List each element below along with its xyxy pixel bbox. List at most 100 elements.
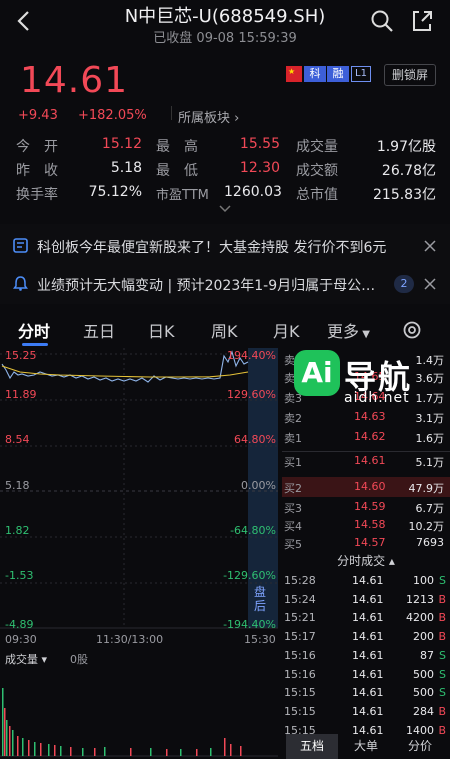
bid-row: 买5 14.57 7693 bbox=[284, 536, 444, 551]
trade-side: S bbox=[439, 686, 446, 700]
stat-pe: 1260.03 bbox=[224, 184, 282, 200]
stat-label: 昨 收 bbox=[16, 163, 58, 179]
axis-tick: -129.60% bbox=[223, 569, 276, 582]
quote-panel: 14.61 +9.43 +182.05% 所属板块 › ★ 科 融 L1 删锁屏… bbox=[0, 56, 450, 220]
time-axis-label: 09:30 bbox=[5, 633, 37, 646]
trade-row: 15:28 14.61 100 S bbox=[282, 571, 450, 591]
trade-price: 14.61 bbox=[352, 574, 384, 587]
trade-side: B bbox=[438, 611, 446, 625]
trade-volume: 4200 bbox=[406, 611, 434, 625]
intraday-chart[interactable]: 15.25 11.89 8.54 5.18 1.82 -1.53 -4.89 1… bbox=[0, 348, 278, 648]
trade-price: 14.61 bbox=[352, 630, 384, 644]
notice-item[interactable]: 科创板今年最便宜新股来了！大基金持股 发行价不到6元 bbox=[0, 228, 450, 264]
trade-time: 15:17 bbox=[284, 630, 316, 644]
notices-panel: 科创板今年最便宜新股来了！大基金持股 发行价不到6元 业绩预计无大幅变动 | 预… bbox=[0, 224, 450, 304]
tab-big-orders[interactable]: 大单 bbox=[340, 734, 392, 759]
sector-link[interactable]: 所属板块 › bbox=[178, 107, 239, 126]
trade-row: 15:21 14.61 4200 B bbox=[282, 608, 450, 628]
chart-tabs: 分时 五日 日K 周K 月K 更多 ▼ bbox=[0, 310, 450, 348]
settings-icon[interactable] bbox=[402, 320, 422, 340]
after-hours-label: 盘后 bbox=[254, 585, 267, 613]
close-icon[interactable] bbox=[424, 240, 436, 252]
time-axis-label: 15:30 bbox=[244, 633, 276, 646]
ask-row: 卖2 14.63 3.1万 bbox=[284, 410, 444, 425]
tab-five-day[interactable]: 五日 bbox=[83, 318, 115, 342]
trade-time: 15:24 bbox=[284, 592, 316, 606]
stat-label: 市盈TTM bbox=[156, 188, 209, 203]
axis-tick: 64.80% bbox=[234, 433, 276, 446]
volume-bars bbox=[0, 688, 278, 757]
trade-side: B bbox=[438, 704, 446, 718]
stat-label: 今 开 bbox=[16, 139, 58, 155]
volume-selector[interactable]: 成交量 ▾ bbox=[5, 651, 47, 667]
trade-time: 15:15 bbox=[284, 686, 316, 700]
trade-price: 14.61 bbox=[352, 648, 384, 662]
trade-row: 15:16 14.61 87 S bbox=[282, 646, 450, 666]
share-icon[interactable] bbox=[410, 9, 434, 33]
axis-tick: 5.18 bbox=[5, 479, 30, 492]
trade-volume: 1213 bbox=[406, 592, 434, 606]
axis-tick: 8.54 bbox=[5, 433, 30, 446]
lock-screen-button[interactable]: 删锁屏 bbox=[384, 64, 436, 86]
trade-volume: 100 bbox=[413, 574, 434, 587]
axis-tick: 194.40% bbox=[227, 349, 276, 362]
trade-price: 14.61 bbox=[352, 667, 384, 681]
stat-volume: 1.97亿股 bbox=[376, 139, 436, 155]
trade-side: S bbox=[439, 648, 446, 662]
axis-tick: 15.25 bbox=[5, 349, 37, 362]
top-bar: N中巨芯-U(688549.SH) 已收盘 09-08 15:59:39 bbox=[0, 0, 450, 56]
last-price: 14.61 bbox=[20, 60, 129, 101]
axis-tick: 129.60% bbox=[227, 388, 276, 401]
stat-amount: 26.78亿 bbox=[381, 163, 436, 179]
stat-market-cap: 215.83亿 bbox=[373, 187, 436, 203]
trade-time: 15:16 bbox=[284, 648, 316, 662]
search-icon[interactable] bbox=[370, 9, 394, 33]
notice-item[interactable]: 业绩预计无大幅变动 | 预计2023年1-9月归属于母公… 2 bbox=[0, 266, 450, 302]
trade-price: 14.61 bbox=[352, 686, 384, 700]
price-line bbox=[1, 350, 249, 383]
trade-price: 14.61 bbox=[352, 592, 384, 606]
axis-tick: 1.82 bbox=[5, 524, 30, 537]
tab-monthly-k[interactable]: 月K bbox=[273, 318, 300, 342]
trade-row: 15:24 14.61 1213 B bbox=[282, 590, 450, 610]
tab-weekly-k[interactable]: 周K bbox=[211, 318, 238, 342]
price-change: +9.43 bbox=[18, 108, 58, 123]
tab-five-levels[interactable]: 五档 bbox=[286, 734, 338, 759]
axis-tick: -4.89 bbox=[5, 618, 34, 631]
margin-badge: 融 bbox=[327, 66, 349, 82]
axis-tick: -64.80% bbox=[230, 524, 276, 537]
star-market-badge: 科 bbox=[304, 66, 326, 82]
axis-tick: 11.89 bbox=[5, 388, 37, 401]
tab-more[interactable]: 更多 ▼ bbox=[327, 318, 370, 342]
tab-price-distribution[interactable]: 分价 bbox=[394, 734, 446, 759]
trade-time: 15:21 bbox=[284, 611, 316, 625]
trade-price: 14.61 bbox=[352, 704, 384, 718]
stat-label: 换手率 bbox=[16, 187, 58, 203]
volume-panel: 成交量 ▾ 0股 bbox=[0, 648, 278, 759]
expand-chevron-icon[interactable] bbox=[218, 204, 232, 214]
close-icon[interactable] bbox=[424, 278, 436, 290]
trade-time: 15:16 bbox=[284, 667, 316, 681]
trade-volume: 87 bbox=[420, 648, 434, 662]
stat-label: 成交量 bbox=[296, 139, 338, 155]
trade-row: 15:15 14.61 500 S bbox=[282, 683, 450, 703]
stat-prev-close: 5.18 bbox=[110, 160, 142, 176]
china-flag-icon: ★ bbox=[286, 66, 302, 82]
bell-icon bbox=[13, 276, 28, 291]
notice-doc-icon bbox=[13, 238, 28, 253]
stat-high: 15.55 bbox=[239, 136, 280, 152]
trade-time: 15:28 bbox=[284, 574, 316, 587]
stat-label: 成交额 bbox=[296, 163, 338, 179]
stat-label: 总市值 bbox=[296, 187, 338, 203]
notice-count-badge: 2 bbox=[394, 275, 414, 293]
volume-value: 0股 bbox=[70, 653, 88, 666]
stat-low: 12.30 bbox=[239, 160, 280, 176]
orderbook-tabs: 五档 大单 分价 bbox=[282, 734, 450, 759]
trades-header[interactable]: 分时成交 ▴ bbox=[282, 551, 450, 571]
watermark-logo: Ai bbox=[294, 350, 340, 396]
notice-text: 业绩预计无大幅变动 | 预计2023年1-9月归属于母公… bbox=[37, 278, 376, 294]
tab-intraday[interactable]: 分时 bbox=[18, 318, 50, 342]
ask-row: 卖1 14.62 1.6万 bbox=[284, 430, 444, 445]
bid-row: 买1 14.61 5.1万 bbox=[284, 454, 444, 469]
tab-daily-k[interactable]: 日K bbox=[148, 318, 175, 342]
